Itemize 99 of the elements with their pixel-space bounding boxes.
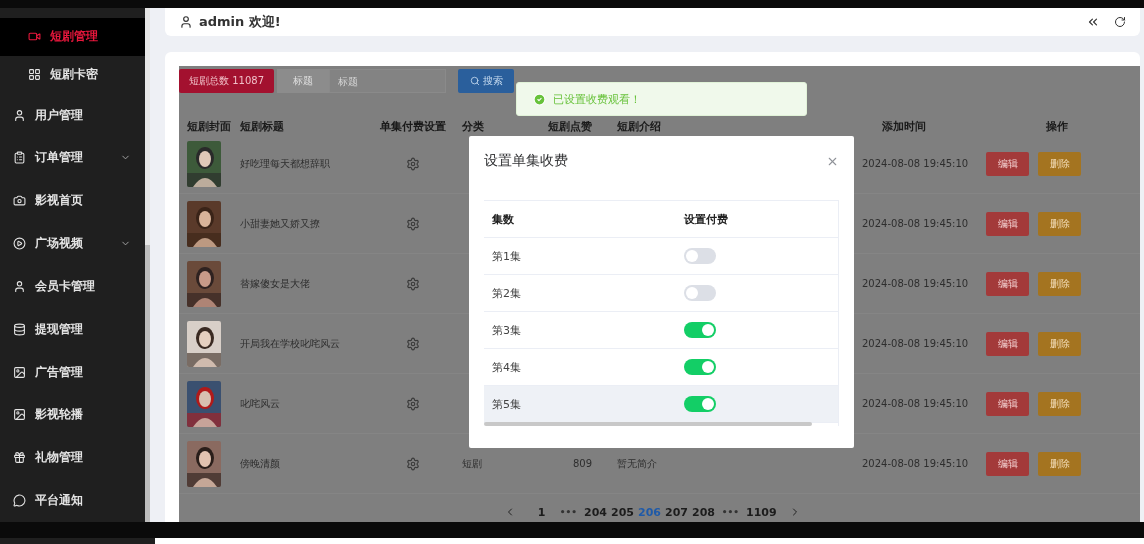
settings-icon[interactable] xyxy=(406,396,420,411)
column-header: 单集付费设置 xyxy=(379,118,447,134)
table-cell: 2024-08-08 19:45:10 xyxy=(862,398,969,409)
field-label: 标题 xyxy=(277,69,329,93)
episode-label: 第3集 xyxy=(492,322,522,338)
toast-message: 已设置收费观看！ xyxy=(553,91,641,107)
paid-switch[interactable] xyxy=(684,396,716,412)
column-header: 分类 xyxy=(462,118,485,134)
edit-button[interactable]: 编辑 xyxy=(986,151,1029,176)
sidebar-item[interactable]: 广场视频 xyxy=(0,222,145,265)
column-header: 短剧点赞 xyxy=(548,118,593,134)
page-button[interactable]: 207 xyxy=(663,502,690,522)
episode-label: 第4集 xyxy=(492,359,522,375)
delete-button[interactable]: 删除 xyxy=(1038,151,1081,176)
message-icon xyxy=(13,494,26,508)
database-icon xyxy=(13,322,26,336)
edit-button[interactable]: 编辑 xyxy=(986,211,1029,236)
grid-icon xyxy=(28,68,41,82)
table-cell: 2024-08-08 19:45:10 xyxy=(862,278,969,289)
table-cell: 开局我在学校叱咤风云 xyxy=(240,336,340,351)
edit-button[interactable]: 编辑 xyxy=(986,331,1029,356)
delete-button[interactable]: 删除 xyxy=(1038,331,1081,356)
table-cell: 傍晚清颜 xyxy=(240,456,280,471)
page-button[interactable]: 208 xyxy=(690,502,717,522)
greeting: admin 欢迎! xyxy=(199,13,282,31)
paid-switch[interactable] xyxy=(684,248,716,264)
column-header: 短剧封面 xyxy=(186,118,232,134)
title-input-field[interactable]: 标题 xyxy=(329,69,446,93)
image-icon xyxy=(13,408,26,422)
sidebar-item[interactable]: 短剧管理 xyxy=(0,18,145,56)
sidebar-item[interactable]: 影视轮播 xyxy=(0,393,145,437)
edit-button[interactable]: 编辑 xyxy=(986,271,1029,296)
table-cell: 好吃理每天都想辞职 xyxy=(240,156,330,171)
sidebar-item[interactable]: 会员卡管理 xyxy=(0,265,145,308)
page-button[interactable]: 1 xyxy=(528,502,555,522)
refresh-icon[interactable] xyxy=(1114,16,1126,28)
table-cell: 替嫁傻女是大佬 xyxy=(240,276,310,291)
settings-icon[interactable] xyxy=(406,156,420,171)
table-cell: 叱咤风云 xyxy=(240,396,280,411)
sidebar-item[interactable]: 广告管理 xyxy=(0,350,145,394)
table-cell: 暂无简介 xyxy=(617,456,657,471)
paid-switch[interactable] xyxy=(684,285,716,301)
column-header: 设置付费 xyxy=(684,211,729,227)
camera-icon xyxy=(13,194,26,208)
column-header: 集数 xyxy=(492,211,515,227)
sidebar-item[interactable]: 短剧卡密 xyxy=(0,55,145,94)
table-cell: 2024-08-08 19:45:10 xyxy=(862,158,969,169)
settings-icon[interactable] xyxy=(406,456,420,471)
column-header: 短剧介绍 xyxy=(617,118,662,134)
user-icon xyxy=(13,108,26,122)
table-cell: 小甜妻她又娇又撩 xyxy=(240,216,320,231)
delete-button[interactable]: 删除 xyxy=(1038,391,1081,416)
sidebar-item[interactable]: 礼物管理 xyxy=(0,436,145,480)
sidebar-item[interactable]: 平台通知 xyxy=(0,479,145,522)
episode-label: 第1集 xyxy=(492,248,522,264)
search-button[interactable]: 搜索 xyxy=(458,69,514,93)
episode-label: 第5集 xyxy=(492,396,522,412)
table-cell: 短剧 xyxy=(462,456,482,471)
collapse-icon[interactable] xyxy=(1086,15,1100,29)
play-icon xyxy=(13,237,26,251)
paid-switch[interactable] xyxy=(684,322,716,338)
sidebar-item[interactable]: 影视首页 xyxy=(0,179,145,223)
paid-switch[interactable] xyxy=(684,359,716,375)
settings-icon[interactable] xyxy=(406,336,420,351)
edit-button[interactable]: 编辑 xyxy=(986,451,1029,476)
sidebar-item[interactable]: 用户管理 xyxy=(0,93,145,137)
delete-button[interactable]: 删除 xyxy=(1038,271,1081,296)
table-cell: 2024-08-08 19:45:10 xyxy=(862,338,969,349)
delete-button[interactable]: 删除 xyxy=(1038,451,1081,476)
delete-button[interactable]: 删除 xyxy=(1038,211,1081,236)
more-pages-button[interactable]: ••• xyxy=(717,502,744,522)
table-cell: 809 xyxy=(572,458,593,469)
episode-row[interactable]: 第5集 xyxy=(484,386,838,423)
image-icon xyxy=(13,365,26,379)
sidebar-item[interactable]: 订单管理 xyxy=(0,136,145,180)
user-icon xyxy=(13,279,26,293)
scrollbar-thumb[interactable] xyxy=(145,245,150,522)
sidebar-item[interactable]: 提现管理 xyxy=(0,307,145,351)
total-badge: 短剧总数 11087 xyxy=(179,69,274,93)
more-pages-button[interactable]: ••• xyxy=(555,502,582,522)
horizontal-scrollbar[interactable] xyxy=(484,422,812,426)
episode-label: 第2集 xyxy=(492,285,522,301)
table-cell: 2024-08-08 19:45:10 xyxy=(862,458,969,469)
settings-icon[interactable] xyxy=(406,216,420,231)
dialog-title: 设置单集收费 xyxy=(484,152,569,170)
page-button[interactable]: 1109 xyxy=(744,502,779,522)
clipboard-icon xyxy=(13,151,26,165)
column-header: 短剧标题 xyxy=(240,118,285,134)
column-header: 操作 xyxy=(1045,118,1069,134)
search-icon xyxy=(469,76,480,86)
page-button[interactable]: 205 xyxy=(609,502,636,522)
page-button[interactable]: 204 xyxy=(582,502,609,522)
settings-icon[interactable] xyxy=(406,276,420,291)
table-cell: 2024-08-08 19:45:10 xyxy=(862,218,969,229)
user-icon xyxy=(179,15,193,29)
edit-button[interactable]: 编辑 xyxy=(986,391,1029,416)
gift-icon xyxy=(13,451,26,465)
check-icon xyxy=(533,92,546,106)
column-header: 添加时间 xyxy=(881,118,927,134)
